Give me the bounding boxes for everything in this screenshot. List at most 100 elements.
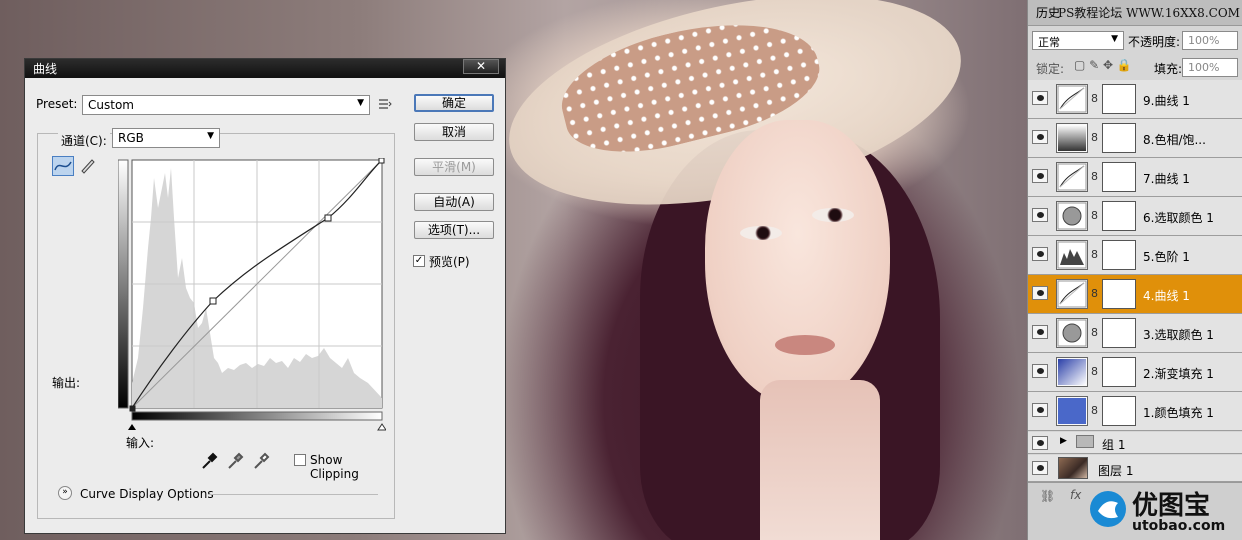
channel-select[interactable]: RGB ▼ [112,128,220,148]
preview-checkbox[interactable]: ✓ [413,255,425,267]
expand-icon[interactable]: » [58,486,72,500]
layer-name: 4.曲线 1 [1143,289,1190,303]
eye-icon[interactable] [1032,247,1048,261]
link-icon[interactable]: 8 [1091,248,1098,261]
eye-icon[interactable] [1032,403,1048,417]
dialog-titlebar[interactable]: 曲线 ✕ [25,59,505,78]
layer-row[interactable]: 8 1.颜色填充 1 [1028,392,1242,431]
curve-point-tool[interactable] [52,156,74,176]
layer-row[interactable]: 8 3.选取颜色 1 [1028,314,1242,353]
preset-value: Custom [88,98,134,112]
link-icon[interactable]: ⛓ [1040,489,1055,503]
photo-eye-right [812,208,854,222]
link-icon[interactable]: 8 [1091,326,1098,339]
eye-icon[interactable] [1032,130,1048,144]
link-icon[interactable]: 8 [1091,209,1098,222]
preview-label: 预览(P) [429,255,470,269]
curves-group: 通道(C): RGB ▼ 输出: 输入: Show Clipping » Cur… [37,128,395,519]
blend-mode-select[interactable]: 正常 ▼ [1032,31,1124,50]
layer-mask-thumbnail[interactable] [1102,279,1136,309]
layer-row[interactable]: 8 8.色相/饱... [1028,119,1242,158]
layer-mask-thumbnail[interactable] [1102,162,1136,192]
options-button[interactable]: 选项(T)... [414,221,494,239]
lock-icons[interactable]: ▢ ✎ ✥ 🔒 [1074,58,1132,72]
opacity-input[interactable]: 100% [1182,31,1238,50]
link-icon[interactable]: 8 [1091,131,1098,144]
curve-point [378,158,385,164]
input-gradient-bar [131,411,383,421]
layer-mask-thumbnail[interactable] [1102,201,1136,231]
curves-dialog: 曲线 ✕ Preset: Custom ▼ 通道(C): RGB ▼ 输出: 输… [24,58,506,534]
show-clipping-label: Show Clipping [310,453,359,481]
cancel-button[interactable]: 取消 [414,123,494,141]
eye-icon[interactable] [1032,91,1048,105]
eye-icon[interactable] [1032,325,1048,339]
pencil-icon [81,159,95,174]
eye-icon[interactable] [1032,286,1048,300]
eye-icon[interactable] [1032,436,1048,450]
layer-mask-thumbnail[interactable] [1102,357,1136,387]
adjustment-thumbnail [1056,123,1088,153]
show-clipping-checkbox[interactable] [294,454,306,466]
tab-history[interactable]: 历史 [1036,4,1060,21]
curves-graph[interactable] [118,158,386,440]
link-icon[interactable]: 8 [1091,365,1098,378]
layer-row[interactable]: 8 9.曲线 1 [1028,80,1242,119]
layer-base[interactable]: 图层 1 [1028,455,1242,482]
curve-point [129,405,136,412]
layer-group[interactable]: ▶ 组 1 [1028,432,1242,454]
layer-row[interactable]: 8 7.曲线 1 [1028,158,1242,197]
photo-lips [775,335,835,355]
link-icon[interactable]: 8 [1091,170,1098,183]
auto-button[interactable]: 自动(A) [414,193,494,211]
logo-text: 优图宝 [1132,491,1211,521]
black-point-slider [128,424,136,430]
adjustment-thumbnail [1056,396,1088,426]
close-icon: ✕ [475,59,487,73]
preset-options-icon[interactable] [377,97,399,117]
ok-button[interactable]: 确定 [414,94,494,112]
black-eyedropper-icon[interactable] [200,452,222,472]
link-icon[interactable]: 8 [1091,404,1098,417]
layer-row[interactable]: 8 5.色阶 1 [1028,236,1242,275]
output-label: 输出: [52,376,81,390]
disclosure-triangle-icon[interactable]: ▶ [1060,436,1067,446]
layer-mask-thumbnail[interactable] [1102,123,1136,153]
chevron-down-icon: ▼ [207,131,214,141]
eye-icon[interactable] [1032,169,1048,183]
lock-label: 锁定: [1036,62,1065,76]
layer-mask-thumbnail[interactable] [1102,84,1136,114]
opacity-value: 100% [1188,34,1220,47]
layer-name: 1.颜色填充 1 [1143,406,1214,420]
logo-url: utobao.com [1132,518,1226,534]
layer-mask-thumbnail[interactable] [1102,396,1136,426]
eye-icon[interactable] [1032,208,1048,222]
layer-row[interactable]: 8 4.曲线 1 [1028,275,1242,314]
site-logo: 优图宝 utobao.com [1088,485,1238,537]
layer-row[interactable]: 8 6.选取颜色 1 [1028,197,1242,236]
panel-tabs: 历史 PS教程论坛 WWW.16XX8.COM [1028,0,1242,26]
adjustment-thumbnail [1056,357,1088,387]
layer-thumbnail [1058,457,1088,479]
eye-icon[interactable] [1032,364,1048,378]
gray-eyedropper-icon[interactable] [226,452,248,472]
fill-input[interactable]: 100% [1182,58,1238,77]
layer-mask-thumbnail[interactable] [1102,318,1136,348]
pencil-tool[interactable] [78,156,100,176]
layer-row[interactable]: 8 2.渐变填充 1 [1028,353,1242,392]
fill-value: 100% [1188,61,1220,74]
eye-icon[interactable] [1032,461,1048,475]
white-eyedropper-icon[interactable] [252,452,274,472]
link-icon[interactable]: 8 [1091,92,1098,105]
preset-select[interactable]: Custom ▼ [82,95,370,115]
link-icon[interactable]: 8 [1091,287,1098,300]
curve-icon [54,161,72,171]
fx-icon[interactable]: fx [1070,488,1081,502]
output-gradient-bar [118,159,129,409]
watermark-text: PS教程论坛 WWW.16XX8.COM [1058,6,1240,20]
close-button[interactable]: ✕ [463,59,499,74]
smooth-button[interactable]: 平滑(M) [414,158,494,176]
input-label: 输入: [126,436,155,450]
layer-mask-thumbnail[interactable] [1102,240,1136,270]
curve-display-options-label[interactable]: Curve Display Options [80,487,214,501]
